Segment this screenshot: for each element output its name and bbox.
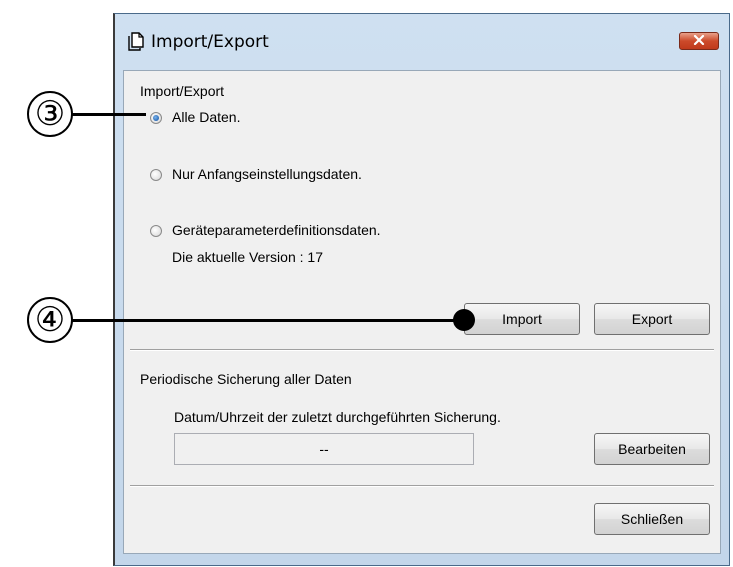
dialog-content: Import/Export Alle Daten. Nur Anfangsein… (123, 70, 721, 554)
section-divider (130, 349, 714, 351)
export-button[interactable]: Export (594, 303, 710, 335)
callout-4: ④ (27, 297, 73, 343)
periodic-backup-label: Periodische Sicherung aller Daten (140, 371, 352, 387)
callout-4-dot (453, 309, 475, 331)
callout-4-leader (72, 319, 468, 322)
close-window-button[interactable] (679, 32, 719, 50)
close-icon (693, 32, 705, 50)
edit-button[interactable]: Bearbeiten (594, 433, 710, 465)
close-button[interactable]: Schließen (594, 503, 710, 535)
callout-3: ③ (27, 91, 73, 137)
footer-divider (130, 485, 714, 487)
radio-device-parameters-label[interactable]: Geräteparameterdefinitionsdaten. (172, 222, 381, 238)
import-export-dialog: Import/Export Import/Export Alle Daten. … (113, 13, 730, 566)
import-export-group-label: Import/Export (140, 83, 225, 99)
window-title: Import/Export (151, 32, 269, 52)
current-version-text: Die aktuelle Version : 17 (172, 249, 323, 265)
import-button[interactable]: Import (464, 303, 580, 335)
radio-all-data[interactable] (150, 112, 162, 124)
radio-initial-settings-label[interactable]: Nur Anfangseinstellungsdaten. (172, 166, 362, 182)
title-bar[interactable]: Import/Export (115, 14, 729, 70)
radio-initial-settings[interactable] (150, 169, 162, 181)
last-backup-label: Datum/Uhrzeit der zuletzt durchgeführten… (174, 409, 501, 425)
last-backup-field: -- (174, 433, 474, 465)
callout-3-leader (72, 113, 146, 116)
radio-device-parameters[interactable] (150, 225, 162, 237)
radio-all-data-label[interactable]: Alle Daten. (172, 109, 240, 125)
document-copy-icon (127, 32, 145, 52)
